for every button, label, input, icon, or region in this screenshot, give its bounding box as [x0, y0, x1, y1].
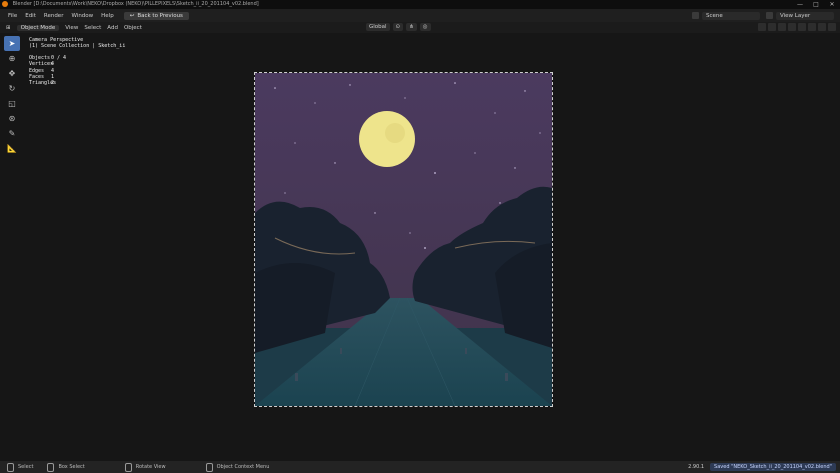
view-layer-selector[interactable]: View Layer — [776, 11, 834, 20]
back-to-previous-label: Back to Previous — [137, 12, 183, 19]
night-road-illustration — [255, 73, 552, 406]
status-object-context-menu: Object Context Menu — [205, 462, 270, 472]
back-arrow-icon: ↩ — [129, 12, 135, 19]
window-controls: — □ ✕ — [792, 0, 840, 9]
gizmo-icon[interactable] — [768, 23, 776, 31]
measure-tool-icon[interactable]: 📐 — [4, 141, 20, 156]
stat-value: 2 — [51, 80, 55, 87]
select-box-tool-icon[interactable]: ➤ — [4, 36, 20, 51]
view-layer-icon — [766, 12, 773, 19]
annotate-tool-icon[interactable]: ✎ — [4, 126, 20, 141]
move-tool-icon[interactable]: ✥ — [4, 66, 20, 81]
collection-name: (1) Scene Collection | Sketch_ii — [29, 43, 126, 50]
version-label: 2.90.1 — [688, 464, 705, 470]
transform-tool-icon[interactable]: ⊛ — [4, 111, 20, 126]
cursor-tool-icon[interactable]: ⊕ — [4, 51, 20, 66]
menu-object[interactable]: Object — [124, 25, 142, 31]
menu-select[interactable]: Select — [84, 25, 101, 31]
menu-help[interactable]: Help — [101, 13, 114, 19]
menu-file[interactable]: File — [8, 13, 17, 19]
wireframe-shading-icon[interactable] — [798, 23, 806, 31]
status-context-label: Object Context Menu — [216, 464, 270, 470]
menu-window[interactable]: Window — [71, 13, 93, 19]
mouse-drag-icon — [47, 462, 55, 472]
mouse-right-icon — [205, 462, 213, 472]
viewport-shading-tools — [756, 23, 836, 31]
status-box-select: Box Select — [47, 462, 85, 472]
status-rotate-view: Rotate View — [124, 462, 166, 472]
close-button[interactable]: ✕ — [824, 0, 840, 9]
blender-logo-icon — [2, 0, 8, 7]
maximize-button[interactable]: □ — [808, 0, 824, 9]
scene-selector[interactable]: Scene — [702, 11, 760, 20]
editor-type-icon[interactable]: ⊞ — [6, 25, 11, 31]
saved-notice: Saved "NEKO_Sketch_ii_20_201104_v02.blen… — [710, 463, 836, 471]
pivot-icon[interactable]: ⊙ — [392, 23, 404, 31]
rotate-tool-icon[interactable]: ↻ — [4, 81, 20, 96]
status-select: Select — [7, 462, 34, 472]
status-rotate-view-label: Rotate View — [135, 464, 166, 470]
window-title-bar: Blender [D:\Documents\Work\NEKO\Dropbox … — [0, 0, 840, 9]
viewport-stats: Camera Perspective (1) Scene Collection … — [29, 37, 125, 87]
mouse-middle-icon — [124, 462, 132, 472]
proportional-edit-icon[interactable]: ◎ — [419, 23, 431, 31]
scene-icon — [692, 12, 699, 19]
menu-render[interactable]: Render — [44, 13, 64, 19]
menu-edit[interactable]: Edit — [25, 13, 36, 19]
back-to-previous-button[interactable]: ↩ Back to Previous — [123, 11, 189, 20]
solid-shading-icon[interactable] — [808, 23, 816, 31]
mouse-left-icon — [7, 462, 14, 472]
stat-label: Triangles — [29, 80, 57, 87]
transform-orientation-selector[interactable]: Global — [366, 23, 390, 31]
status-select-label: Select — [18, 464, 34, 470]
visibility-icon[interactable] — [758, 23, 766, 31]
rendered-shading-icon[interactable] — [828, 23, 836, 31]
status-right: 2.90.1 Saved "NEKO_Sketch_ii_20_201104_v… — [688, 463, 836, 471]
window-title: Blender [D:\Documents\Work\NEKO\Dropbox … — [12, 1, 259, 7]
camera-view-image[interactable] — [254, 72, 553, 407]
overlay-icon[interactable] — [778, 23, 786, 31]
stat-row: Triangles 2 — [29, 80, 125, 86]
scale-tool-icon[interactable]: ◱ — [4, 96, 20, 111]
menu-add[interactable]: Add — [107, 25, 118, 31]
tool-shelf: ➤ ⊕ ✥ ↻ ◱ ⊛ ✎ 📐 — [4, 36, 20, 156]
scene-selectors: Scene View Layer — [692, 9, 840, 22]
xray-icon[interactable] — [788, 23, 796, 31]
snap-icon[interactable]: ⋔ — [406, 23, 417, 31]
transform-tools: Global ⊙ ⋔ ◎ — [366, 23, 434, 31]
minimize-button[interactable]: — — [792, 0, 808, 9]
material-shading-icon[interactable] — [818, 23, 826, 31]
mode-selector[interactable]: Object Mode — [16, 24, 60, 31]
status-box-select-label: Box Select — [58, 464, 85, 470]
menu-view[interactable]: View — [65, 25, 78, 31]
